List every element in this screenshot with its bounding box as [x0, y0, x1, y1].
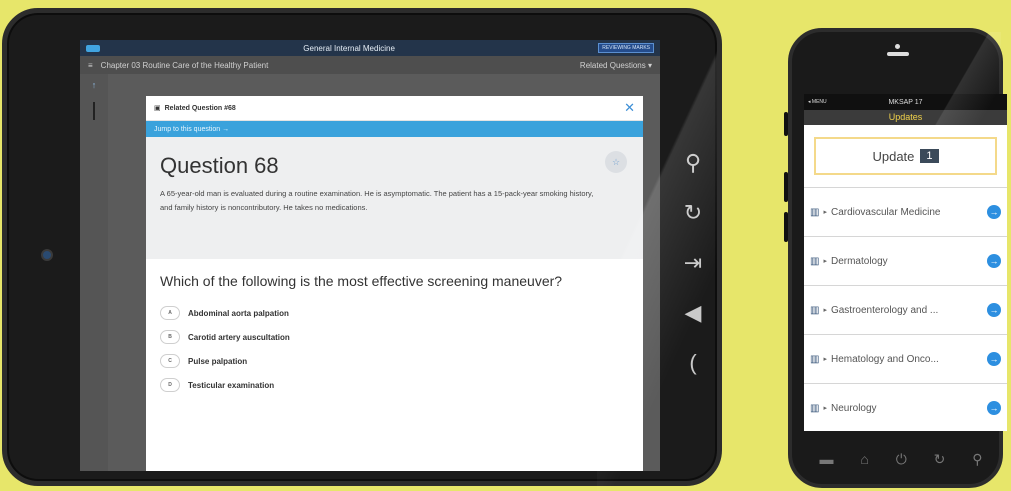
list-item[interactable]: ▥ ▸ Gastroenterology and ... → [804, 285, 1007, 334]
list-item-label: Hematology and Onco... [830, 353, 939, 365]
refresh-icon[interactable]: ↻ [675, 188, 711, 238]
home-icon[interactable]: ⌂ [860, 451, 868, 467]
arrow-right-icon[interactable]: → [987, 254, 1001, 268]
update-label: Update [872, 148, 915, 164]
side-rail: ↑ [80, 74, 108, 471]
option-letter: D [160, 378, 180, 392]
up-arrow-icon[interactable]: ↑ [80, 80, 108, 90]
option-letter: B [160, 330, 180, 344]
book-icon: ▥ [810, 206, 820, 218]
caret-right-icon: ▸ [823, 356, 827, 363]
search-icon[interactable]: ⚲ [972, 451, 982, 468]
list-item[interactable]: ▥ ▸ Dermatology → [804, 236, 1007, 285]
book-icon: ▥ [810, 353, 820, 365]
related-questions-label: Related Questions [579, 60, 646, 70]
answer-option[interactable]: B Carotid artery auscultation [160, 325, 629, 349]
answer-option[interactable]: C Pulse palpation [160, 349, 629, 373]
answer-options: A Abdominal aorta palpation B Carotid ar… [160, 301, 629, 397]
caret-right-icon: ▸ [823, 258, 827, 265]
option-letter: C [160, 354, 180, 368]
modal-header: ▣ Related Question #68 ✕ [146, 96, 643, 121]
phone-side-button[interactable] [784, 212, 788, 242]
book-icon: ▥ [810, 304, 820, 316]
caret-right-icon: ▸ [823, 209, 827, 216]
update-button[interactable]: Update 1 [814, 137, 997, 175]
caret-right-icon: ▸ [823, 405, 827, 412]
tablet-screen: General Internal Medicine REVIEWING MARK… [80, 40, 660, 471]
phone-device: ◂ MENU MKSAP 17 Updates Update 1 ▥ ▸ Car… [784, 28, 1007, 488]
question-vignette: A 65-year-old man is evaluated during a … [160, 189, 594, 212]
answer-option[interactable]: D Testicular examination [160, 373, 629, 397]
arrow-right-icon[interactable]: → [987, 205, 1001, 219]
arrow-right-icon[interactable]: → [987, 303, 1001, 317]
back-icon[interactable]: ◀ [675, 288, 711, 338]
tablet-device: General Internal Medicine REVIEWING MARK… [2, 8, 722, 491]
chapter-bar: ≡ Chapter 03 Routine Care of the Healthy… [80, 56, 660, 74]
power-icon[interactable]: ⏻ [896, 451, 907, 468]
caret-right-icon: ▸ [823, 307, 827, 314]
list-item-label: Cardiovascular Medicine [830, 206, 941, 218]
question-header: Question 68 A 65-year-old man is evaluat… [146, 137, 643, 259]
list-item[interactable]: ▥ ▸ Neurology → [804, 383, 1007, 431]
option-text: Pulse palpation [188, 356, 248, 366]
jump-to-question-link[interactable]: Jump to this question → [146, 121, 643, 137]
answer-option[interactable]: A Abdominal aorta palpation [160, 301, 629, 325]
list-item-label: Gastroenterology and ... [830, 304, 939, 316]
phone-app-title: MKSAP 17 [888, 98, 923, 106]
menu-icon[interactable]: ≡ [88, 61, 93, 70]
star-icon[interactable]: ☆ [605, 151, 627, 173]
chapter-title: Chapter 03 Routine Care of the Healthy P… [100, 60, 269, 70]
minus-icon[interactable]: ▬ [819, 451, 833, 467]
reviewing-marks-badge[interactable]: REVIEWING MARKS [598, 43, 654, 53]
phone-nav-bar: ◂ MENU MKSAP 17 [804, 94, 1007, 110]
bracket-icon[interactable]: ( [675, 338, 711, 388]
question-prompt: Which of the following is the most effec… [160, 273, 563, 289]
tablet-bezel-icons: ⚲ ↻ ⇥ ◀ ( [675, 138, 711, 388]
app-title: General Internal Medicine [303, 43, 395, 53]
arrow-right-icon[interactable]: → [987, 352, 1001, 366]
question-title: Question 68 [160, 153, 279, 178]
modal-header-title: Related Question #68 [164, 104, 236, 112]
related-questions-button[interactable]: Related Questions ▾ [580, 61, 652, 70]
arrow-right-icon[interactable]: → [987, 401, 1001, 415]
list-item[interactable]: ▥ ▸ Hematology and Onco... → [804, 334, 1007, 383]
phone-camera [895, 44, 900, 49]
list-item-label: Dermatology [830, 255, 888, 267]
phone-screen: ◂ MENU MKSAP 17 Updates Update 1 ▥ ▸ Car… [804, 94, 1007, 431]
rail-marker [93, 102, 95, 120]
phone-bottom-bar: ▬ ⌂ ⏻ ↻ ⚲ [806, 444, 996, 474]
option-text: Carotid artery auscultation [188, 332, 290, 342]
refresh-icon[interactable]: ↻ [934, 451, 946, 468]
phone-speaker [887, 52, 909, 56]
close-icon[interactable]: ✕ [624, 100, 635, 116]
update-count-badge: 1 [920, 149, 939, 163]
tablet-camera [41, 249, 53, 261]
book-icon: ▥ [810, 255, 820, 267]
enter-icon[interactable]: ⇥ [675, 238, 711, 288]
list-item[interactable]: ▥ ▸ Cardiovascular Medicine → [804, 187, 1007, 236]
phone-subtitle: Updates [804, 110, 1007, 125]
option-text: Abdominal aorta palpation [188, 308, 289, 318]
phone-side-button[interactable] [784, 112, 788, 136]
search-icon[interactable]: ⚲ [675, 138, 711, 188]
related-icon: ▣ [154, 105, 161, 112]
update-section: Update 1 [804, 125, 1007, 187]
menu-button[interactable]: ◂ MENU [808, 99, 856, 105]
book-icon: ▥ [810, 402, 820, 414]
list-item-label: Neurology [830, 402, 877, 414]
option-letter: A [160, 306, 180, 320]
question-body: Which of the following is the most effec… [146, 259, 643, 411]
app-logo[interactable] [86, 44, 100, 52]
app-top-bar: General Internal Medicine REVIEWING MARK… [80, 40, 660, 56]
option-text: Testicular examination [188, 380, 275, 390]
phone-side-button[interactable] [784, 172, 788, 202]
related-question-modal: ▣ Related Question #68 ✕ Jump to this qu… [146, 96, 643, 471]
